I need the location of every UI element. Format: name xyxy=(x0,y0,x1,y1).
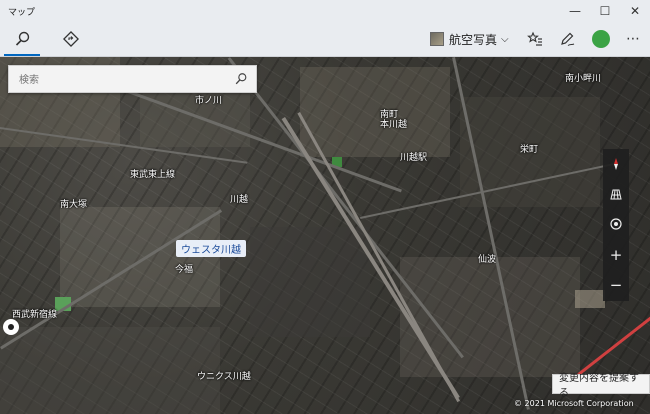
window-title: マップ xyxy=(8,8,36,18)
more-icon[interactable]: ⋯ xyxy=(622,28,644,50)
map-canvas[interactable]: 南小畔川 南町 市ノ川 栄町 東武東上線 今福 西武新宿線 川越 川越駅 ウニク… xyxy=(0,57,650,414)
ink-icon[interactable] xyxy=(556,28,578,50)
map-label[interactable]: 川越 xyxy=(230,192,248,205)
search-tab-indicator xyxy=(4,54,40,56)
map-area-tile xyxy=(250,227,370,337)
station-highlight-label[interactable]: ウェスタ川越 xyxy=(176,240,246,257)
map-area-tile xyxy=(0,327,220,414)
directions-icon[interactable] xyxy=(60,28,82,50)
map-label[interactable]: 仙波 xyxy=(478,252,496,265)
location-pin-icon[interactable] xyxy=(3,319,19,335)
map-label[interactable]: 今福 xyxy=(175,262,193,275)
maps-window: マップ — ☐ ✕ 航空写真 ⌵ ⋯ 南小畔川 南町 市ノ川 栄町 東武東上線 … xyxy=(0,0,650,414)
toolbar: 航空写真 ⌵ ⋯ xyxy=(0,22,650,57)
compass-icon[interactable] xyxy=(603,149,629,179)
favorites-icon[interactable] xyxy=(524,28,546,50)
aerial-thumbnail-icon xyxy=(430,32,444,46)
map-view-label: 航空写真 xyxy=(449,32,498,47)
map-area-tile xyxy=(400,257,580,377)
map-controls: + − xyxy=(603,149,629,301)
search-input[interactable] xyxy=(17,71,231,89)
map-view-selector[interactable]: 航空写真 ⌵ xyxy=(430,29,509,49)
search-box[interactable] xyxy=(8,65,257,93)
search-icon[interactable] xyxy=(12,28,34,50)
minimize-button[interactable]: — xyxy=(560,0,590,22)
map-label[interactable]: 東武東上線 xyxy=(130,167,175,180)
map-area-tile xyxy=(575,290,605,308)
map-label[interactable]: 川越駅 xyxy=(400,150,427,163)
map-label[interactable]: 南大塚 xyxy=(60,197,87,210)
copyright-text: © 2021 Microsoft Corporation xyxy=(514,399,634,408)
map-label[interactable]: 西武新宿線 xyxy=(12,307,57,320)
map-label[interactable]: 南小畔川 xyxy=(565,71,601,84)
map-area-tile xyxy=(300,67,450,157)
3d-cities-icon[interactable] xyxy=(603,179,629,209)
suggest-edit-button[interactable]: 変更内容を提案する xyxy=(552,373,650,399)
search-icon[interactable] xyxy=(234,71,250,87)
zoom-in-icon[interactable]: + xyxy=(603,240,629,270)
map-label[interactable]: 市ノ川 xyxy=(195,93,222,106)
zoom-out-icon[interactable]: − xyxy=(603,270,629,300)
title-bar: マップ — ☐ ✕ xyxy=(0,0,650,22)
maximize-button[interactable]: ☐ xyxy=(590,0,620,22)
map-area-tile xyxy=(60,207,220,307)
my-location-icon[interactable] xyxy=(603,209,629,239)
map-label[interactable]: ウニクス川越 xyxy=(197,369,251,382)
avatar[interactable] xyxy=(592,30,610,48)
close-button[interactable]: ✕ xyxy=(620,0,650,22)
map-label[interactable]: 栄町 xyxy=(520,142,538,155)
chevron-down-icon: ⌵ xyxy=(501,33,509,45)
map-label[interactable]: 本川越 xyxy=(380,117,407,130)
